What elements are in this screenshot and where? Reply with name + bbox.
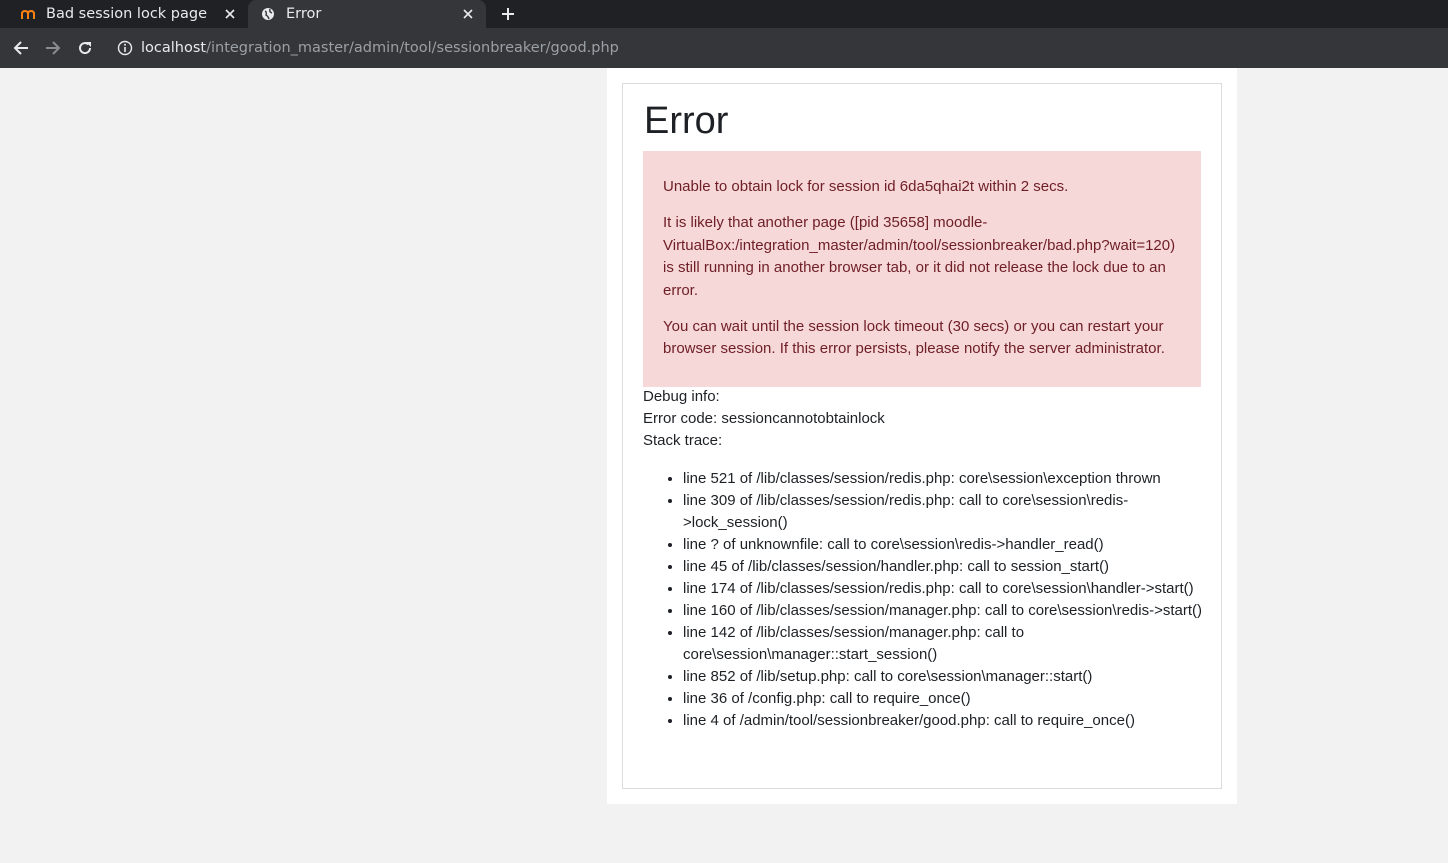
error-alert: Unable to obtain lock for session id 6da… [643, 151, 1201, 387]
page-container: Error Unable to obtain lock for session … [607, 68, 1237, 804]
browser-toolbar: localhost/integration_master/admin/tool/… [0, 28, 1448, 68]
url-path: /integration_master/admin/tool/sessionbr… [206, 40, 619, 56]
info-icon[interactable] [117, 40, 133, 56]
arrow-right-icon [46, 41, 61, 55]
page-title: Error [644, 100, 729, 142]
stack-trace-item: line 521 of /lib/classes/session/redis.p… [683, 468, 1203, 490]
stack-trace-list: line 521 of /lib/classes/session/redis.p… [663, 468, 1203, 732]
debug-info-label: Debug info: [643, 388, 720, 405]
alert-advice: You can wait until the session lock time… [663, 318, 1165, 358]
reload-icon [79, 42, 92, 55]
tab-title: Error [286, 6, 322, 22]
tab-bad-session-lock[interactable]: Bad session lock page [8, 0, 248, 28]
address-bar[interactable]: localhost/integration_master/admin/tool/… [108, 32, 1438, 64]
tab-error[interactable]: Error [248, 0, 486, 28]
globe-icon [260, 6, 276, 22]
alert-detail: It is likely that another page ([pid 356… [663, 214, 1176, 299]
debug-info: Debug info: Error code: sessioncannotobt… [643, 386, 1203, 452]
arrow-left-icon [13, 41, 28, 55]
close-icon[interactable] [220, 4, 240, 24]
close-icon[interactable] [458, 4, 478, 24]
error-card: Error Unable to obtain lock for session … [622, 83, 1222, 789]
stack-trace-item: line 852 of /lib/setup.php: call to core… [683, 666, 1203, 688]
reload-button[interactable] [73, 36, 97, 60]
stack-trace-item: line 45 of /lib/classes/session/handler.… [683, 556, 1203, 578]
stack-trace-item: line 309 of /lib/classes/session/redis.p… [683, 490, 1203, 534]
url-text[interactable]: localhost/integration_master/admin/tool/… [141, 40, 619, 56]
back-button[interactable] [9, 36, 33, 60]
stack-trace-item: line 4 of /admin/tool/sessionbreaker/goo… [683, 710, 1203, 732]
stack-trace-item: line 160 of /lib/classes/session/manager… [683, 600, 1203, 622]
stack-trace-item: line 174 of /lib/classes/session/redis.p… [683, 578, 1203, 600]
stack-trace-item: line 36 of /config.php: call to require_… [683, 688, 1203, 710]
error-code: Error code: sessioncannotobtainlock [643, 410, 885, 427]
alert-message: Unable to obtain lock for session id 6da… [663, 178, 1069, 195]
stack-trace-label: Stack trace: [643, 432, 723, 449]
tab-strip: Bad session lock page Error [0, 0, 1448, 28]
stack-trace-item: line 142 of /lib/classes/session/manager… [683, 622, 1203, 666]
tab-title: Bad session lock page [46, 6, 208, 22]
forward-button[interactable] [41, 36, 65, 60]
url-host: localhost [141, 40, 207, 56]
new-tab-button[interactable] [496, 2, 520, 26]
moodle-icon [20, 6, 36, 22]
stack-trace-item: line ? of unknownfile: call to core\sess… [683, 534, 1203, 556]
